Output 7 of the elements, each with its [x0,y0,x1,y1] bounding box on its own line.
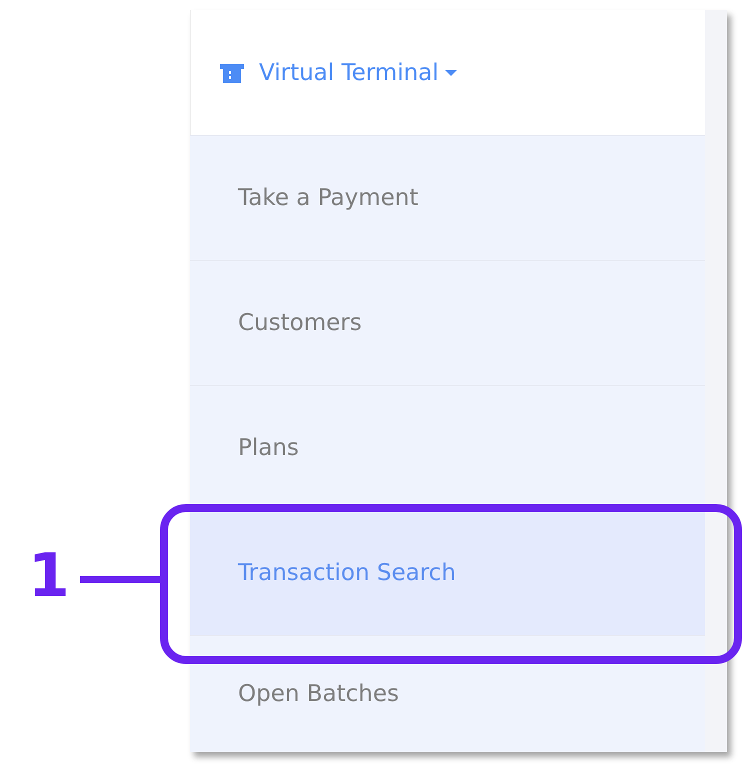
menu-dropdown[interactable]: Virtual Terminal [190,10,705,135]
menu-item[interactable]: Open Batches [190,635,705,752]
terminal-icon [219,62,245,84]
callout-number: 1 [28,546,70,606]
menu-item[interactable]: Transaction Search [190,510,705,635]
menu-item[interactable]: Customers [190,260,705,385]
menu-item[interactable]: Take a Payment [190,135,705,260]
